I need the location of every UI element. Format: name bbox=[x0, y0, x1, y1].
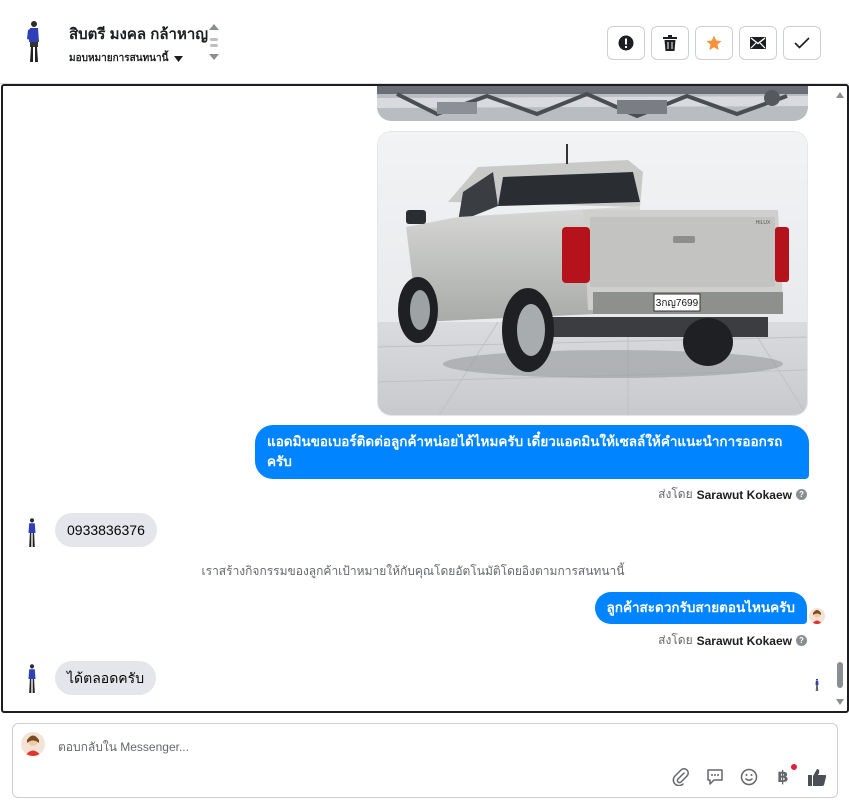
payment-icon: ฿ bbox=[777, 769, 789, 786]
sent-by-label: ส่งโดย Sarawut Kokaew ? bbox=[658, 631, 807, 650]
payment-button[interactable]: ฿ bbox=[773, 764, 797, 787]
contact-avatar-small[interactable] bbox=[25, 517, 39, 549]
attach-button[interactable] bbox=[671, 767, 691, 787]
page-avatar bbox=[21, 732, 45, 756]
delete-button[interactable] bbox=[651, 26, 689, 60]
emoji-icon bbox=[740, 768, 758, 786]
reply-composer[interactable]: ตอบกลับใน Messenger... ฿ bbox=[12, 723, 838, 798]
sent-by-prefix: ส่งโดย bbox=[658, 487, 693, 501]
message-bubble-outgoing[interactable]: แอดมินขอเบอร์ติดต่อลูกค้าหน่อยได้ไหมครับ… bbox=[255, 425, 809, 479]
sort-arrows-icon[interactable] bbox=[208, 22, 220, 62]
like-button[interactable] bbox=[807, 767, 827, 787]
scroll-down-icon[interactable] bbox=[836, 699, 844, 705]
spam-icon bbox=[618, 35, 634, 51]
sent-by-name[interactable]: Sarawut Kokaew bbox=[697, 488, 792, 502]
mark-spam-button[interactable] bbox=[607, 26, 645, 60]
caret-down-icon bbox=[174, 55, 184, 62]
mark-unread-button[interactable] bbox=[739, 26, 777, 60]
scroll-up-icon[interactable] bbox=[836, 92, 844, 98]
car-badge: HILUX bbox=[756, 220, 771, 226]
emoji-button[interactable] bbox=[739, 767, 759, 787]
contact-avatar[interactable] bbox=[24, 20, 44, 64]
saved-replies-button[interactable] bbox=[705, 767, 725, 787]
message-text: แอดมินขอเบอร์ติดต่อลูกค้าหน่อยได้ไหมครับ… bbox=[267, 434, 783, 469]
thread-scrollbar[interactable] bbox=[833, 86, 847, 711]
assign-conversation-dropdown[interactable]: มอบหมายการสนทนานี้ bbox=[69, 51, 184, 66]
license-plate: 3กญ7699 bbox=[656, 298, 699, 309]
read-receipt-avatar bbox=[815, 678, 819, 691]
reply-input[interactable]: ตอบกลับใน Messenger... bbox=[58, 738, 189, 757]
message-text: ได้ตลอดครับ bbox=[67, 670, 145, 686]
message-image-pickup-truck[interactable]: 3กญ7699 HILUX bbox=[377, 131, 808, 416]
message-text: ลูกค้าสะดวกรับสายตอนไหนครับ bbox=[606, 600, 796, 615]
star-icon bbox=[706, 35, 722, 50]
mark-done-button[interactable] bbox=[783, 26, 821, 60]
message-bubble-incoming[interactable]: 0933836376 bbox=[55, 513, 157, 547]
info-icon[interactable]: ? bbox=[796, 489, 807, 500]
star-button[interactable] bbox=[695, 26, 733, 60]
message-bubble-incoming[interactable]: ได้ตลอดครับ bbox=[55, 661, 157, 695]
message-text: 0933836376 bbox=[67, 522, 145, 538]
message-bubble-outgoing[interactable]: ลูกค้าสะดวกรับสายตอนไหนครับ bbox=[594, 592, 807, 624]
seen-avatar bbox=[809, 608, 825, 624]
scroll-thumb[interactable] bbox=[837, 662, 843, 688]
message-thread[interactable]: 3กญ7699 HILUX แอดมินขอเบอร์ติดต่อลูกค้าห… bbox=[1, 84, 849, 713]
conversation-toolbar bbox=[607, 26, 821, 60]
undercarriage-image bbox=[377, 86, 808, 121]
conversation-header: สิบตรี มงคล กล้าหาญ มอบหมายการสนทนานี้ bbox=[0, 0, 849, 84]
sent-by-prefix: ส่งโดย bbox=[658, 633, 693, 647]
assign-label: มอบหมายการสนทนานี้ bbox=[69, 53, 169, 64]
system-note: เราสร้างกิจกรรมของลูกค้าเป้าหมายให้กับคุ… bbox=[201, 564, 625, 578]
sent-by-name[interactable]: Sarawut Kokaew bbox=[697, 634, 792, 648]
message-image-undercarriage[interactable] bbox=[377, 86, 808, 121]
check-icon bbox=[794, 37, 810, 49]
sent-by-label: ส่งโดย Sarawut Kokaew ? bbox=[658, 485, 807, 504]
info-icon[interactable]: ? bbox=[796, 635, 807, 646]
saved-reply-icon bbox=[707, 769, 723, 785]
like-icon bbox=[808, 769, 827, 786]
pickup-truck-image: 3กญ7699 HILUX bbox=[378, 132, 807, 415]
contact-name[interactable]: สิบตรี มงคล กล้าหาญ bbox=[69, 22, 208, 46]
composer-toolbar: ฿ bbox=[671, 764, 827, 787]
mail-icon bbox=[750, 37, 766, 49]
contact-avatar-small[interactable] bbox=[25, 663, 39, 695]
notification-dot bbox=[791, 764, 797, 770]
trash-icon bbox=[663, 35, 677, 51]
attachment-icon bbox=[672, 768, 689, 786]
